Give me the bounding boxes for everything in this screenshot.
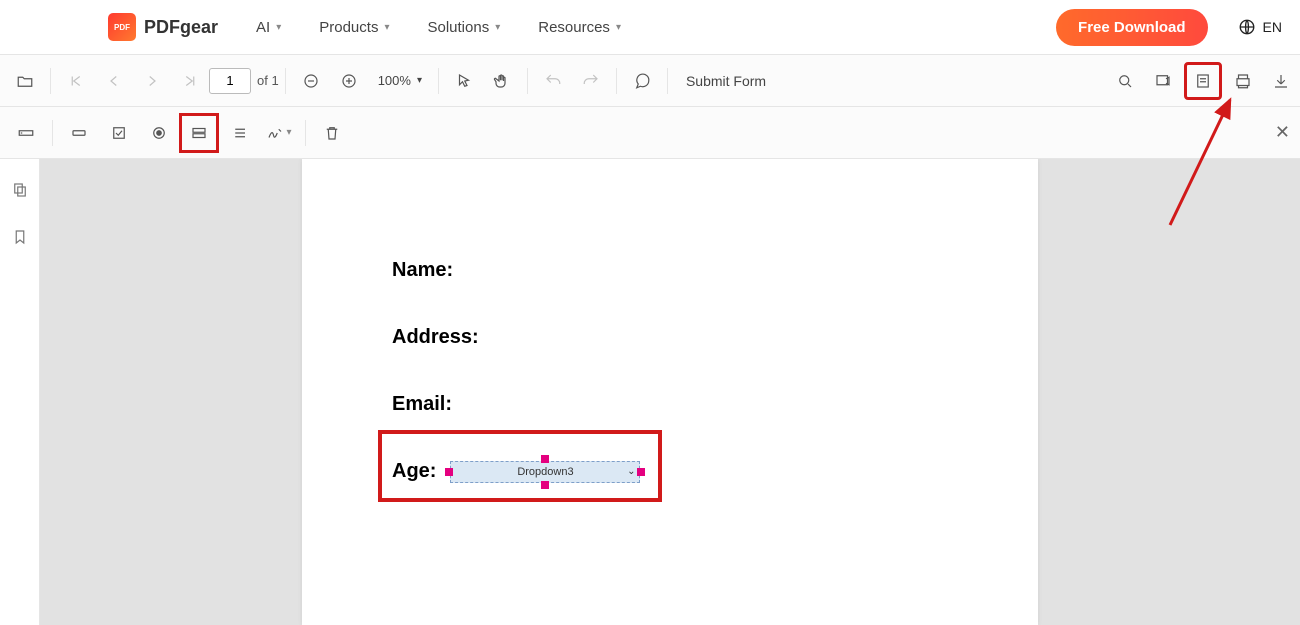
address-field-label: Address: bbox=[392, 326, 948, 349]
comment-button[interactable] bbox=[623, 62, 661, 100]
listbox-tool[interactable] bbox=[219, 113, 259, 153]
next-page-button[interactable] bbox=[133, 62, 171, 100]
chevron-down-icon: ▾ bbox=[616, 22, 621, 33]
page-total-label: of 1 bbox=[257, 73, 279, 88]
bookmarks-panel-button[interactable] bbox=[11, 228, 29, 251]
prev-page-button[interactable] bbox=[95, 62, 133, 100]
workspace: Name: Address: Email: Age: Dropdown3 ⌄ bbox=[0, 159, 1300, 625]
chevron-down-icon: ▾ bbox=[495, 22, 500, 33]
canvas-area[interactable]: Name: Address: Email: Age: Dropdown3 ⌄ bbox=[40, 159, 1300, 625]
main-menu: AI▾ Products▾ Solutions▾ Resources▾ bbox=[256, 19, 621, 36]
page-number-input[interactable] bbox=[209, 68, 251, 94]
dropdown-field-name: Dropdown3 bbox=[517, 466, 573, 478]
hand-tool-button[interactable] bbox=[483, 62, 521, 100]
download-button[interactable] bbox=[1262, 62, 1300, 100]
top-nav: PDF PDFgear AI▾ Products▾ Solutions▾ Res… bbox=[0, 0, 1300, 55]
chevron-down-icon: ▾ bbox=[276, 22, 281, 33]
checkbox-tool[interactable] bbox=[99, 113, 139, 153]
redo-button[interactable] bbox=[572, 62, 610, 100]
menu-resources[interactable]: Resources▾ bbox=[538, 19, 621, 36]
caret-down-icon: ▾ bbox=[417, 75, 422, 86]
open-file-button[interactable] bbox=[6, 62, 44, 100]
globe-icon bbox=[1238, 18, 1256, 36]
close-toolbar-button[interactable]: ✕ bbox=[1275, 122, 1290, 143]
main-toolbar: of 1 100%▾ Submit Form bbox=[0, 55, 1300, 107]
print-button[interactable] bbox=[1224, 62, 1262, 100]
email-field-label: Email: bbox=[392, 393, 948, 416]
side-panel bbox=[0, 159, 40, 625]
zoom-level-dropdown[interactable]: 100%▾ bbox=[378, 73, 422, 88]
pdf-page[interactable]: Name: Address: Email: Age: Dropdown3 ⌄ bbox=[302, 159, 1038, 625]
search-button[interactable] bbox=[1106, 62, 1144, 100]
resize-handle-top[interactable] bbox=[541, 455, 549, 463]
free-download-button[interactable]: Free Download bbox=[1056, 9, 1208, 46]
menu-ai[interactable]: AI▾ bbox=[256, 19, 281, 36]
brand[interactable]: PDF PDFgear bbox=[108, 13, 218, 41]
chevron-down-icon: ▾ bbox=[384, 22, 389, 33]
dropdown-form-field[interactable]: Dropdown3 ⌄ bbox=[450, 461, 640, 483]
dropdown-tool[interactable] bbox=[179, 113, 219, 153]
text-field-tool[interactable] bbox=[6, 113, 46, 153]
menu-products[interactable]: Products▾ bbox=[319, 19, 389, 36]
submit-form-button[interactable]: Submit Form bbox=[686, 73, 766, 89]
form-tools-toolbar: ▾ ✕ bbox=[0, 107, 1300, 159]
delete-tool[interactable] bbox=[312, 113, 352, 153]
button-tool[interactable] bbox=[59, 113, 99, 153]
signature-tool[interactable]: ▾ bbox=[259, 113, 299, 153]
select-tool-button[interactable] bbox=[445, 62, 483, 100]
language-label: EN bbox=[1263, 19, 1282, 35]
zoom-in-button[interactable] bbox=[330, 62, 368, 100]
resize-handle-left[interactable] bbox=[445, 468, 453, 476]
annotate-button[interactable] bbox=[1144, 62, 1182, 100]
resize-handle-bottom[interactable] bbox=[541, 481, 549, 489]
language-switch[interactable]: EN bbox=[1238, 18, 1282, 36]
first-page-button[interactable] bbox=[57, 62, 95, 100]
undo-button[interactable] bbox=[534, 62, 572, 100]
form-edit-button[interactable] bbox=[1184, 62, 1222, 100]
zoom-out-button[interactable] bbox=[292, 62, 330, 100]
brand-name: PDFgear bbox=[144, 17, 218, 38]
radio-tool[interactable] bbox=[139, 113, 179, 153]
select-arrow-icon: ⌄ bbox=[627, 466, 635, 477]
caret-down-icon: ▾ bbox=[286, 127, 291, 138]
brand-logo-icon: PDF bbox=[108, 13, 136, 41]
resize-handle-right[interactable] bbox=[637, 468, 645, 476]
age-field-label: Age: bbox=[392, 460, 436, 483]
name-field-label: Name: bbox=[392, 259, 948, 282]
menu-solutions[interactable]: Solutions▾ bbox=[427, 19, 500, 36]
last-page-button[interactable] bbox=[171, 62, 209, 100]
thumbnails-panel-button[interactable] bbox=[11, 181, 29, 204]
